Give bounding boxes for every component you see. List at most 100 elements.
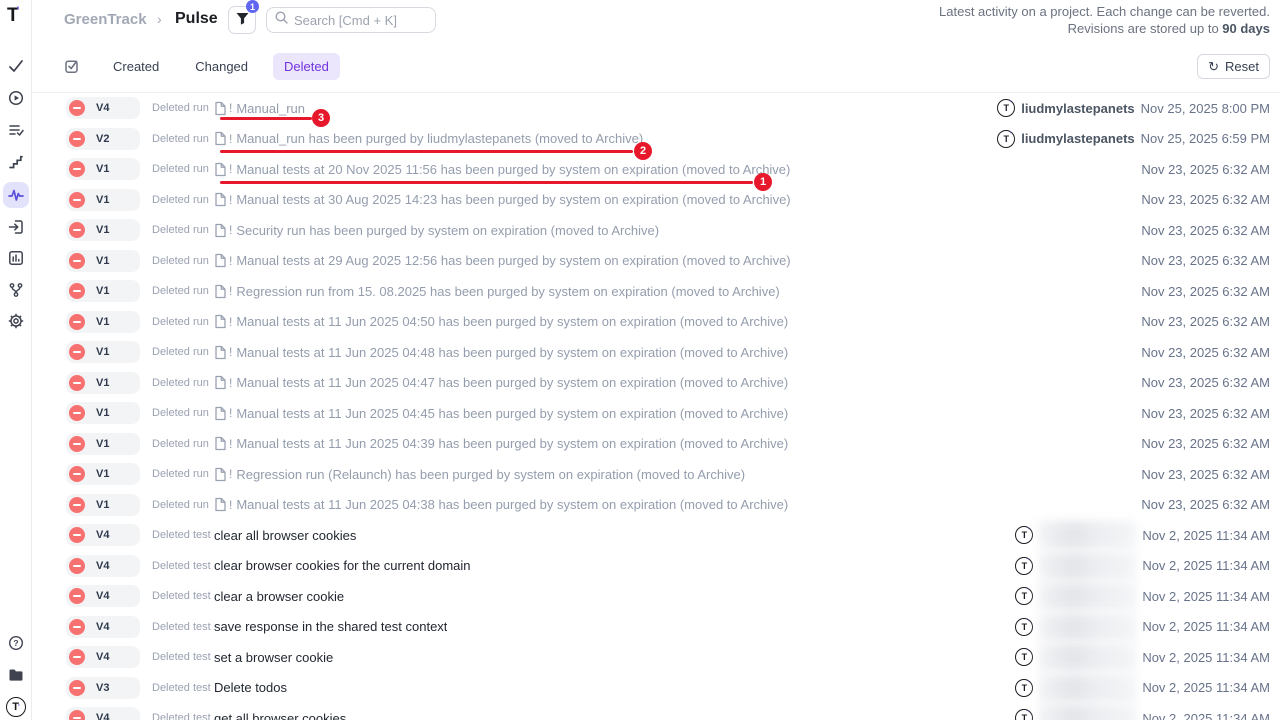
version-badge: V2: [66, 128, 140, 150]
document-icon: [214, 284, 227, 299]
pulse-icon[interactable]: [8, 187, 24, 203]
table-row[interactable]: V1Deleted run!Manual tests at 30 Aug 202…: [32, 185, 1280, 216]
breadcrumb-project[interactable]: GreenTrack: [64, 11, 147, 28]
refresh-icon: ↻: [1208, 59, 1219, 75]
warning-mark: !: [229, 315, 232, 329]
minus-icon: [69, 161, 85, 177]
minus-bar: [73, 229, 81, 231]
row-text: clear browser cookies for the current do…: [214, 558, 471, 573]
folder-icon[interactable]: [8, 667, 24, 683]
minus-icon: [69, 680, 85, 696]
blurred-username: [1039, 582, 1136, 610]
row-meta: Nov 23, 2025 6:32 AM: [1141, 375, 1280, 390]
row-meta: Nov 23, 2025 6:32 AM: [1141, 284, 1280, 299]
warning-mark: !: [229, 437, 232, 451]
minus-bar: [73, 260, 81, 262]
row-text: save response in the shared test context: [214, 619, 447, 634]
row-description: !Manual tests at 11 Jun 2025 04:45 has b…: [214, 406, 788, 421]
document-icon: [214, 253, 227, 268]
user-avatar: T': [997, 99, 1015, 117]
version-label: V1: [96, 285, 109, 297]
blurred-username: [1039, 674, 1136, 702]
bar-chart-icon[interactable]: [8, 250, 24, 266]
version-badge: V1: [66, 402, 140, 424]
deleted-items-list: V4Deleted run!Manual_runT'liudmylastepan…: [32, 92, 1280, 720]
pulse-page: T' ?: [0, 0, 1280, 720]
table-row[interactable]: V4Deleted testclear a browser cookieT'No…: [32, 581, 1280, 612]
logo-accent-small: ': [1010, 101, 1011, 107]
row-description: !Manual_run: [214, 101, 305, 116]
row-description: !Manual tests at 11 Jun 2025 04:50 has b…: [214, 314, 788, 329]
row-meta: Nov 23, 2025 6:32 AM: [1141, 314, 1280, 329]
version-badge: V1: [66, 158, 140, 180]
row-text: Manual tests at 30 Aug 2025 14:23 has be…: [236, 192, 790, 207]
version-label: V1: [96, 346, 109, 358]
help-icon[interactable]: ?: [8, 635, 24, 651]
table-row[interactable]: V1Deleted run!Manual tests at 11 Jun 202…: [32, 368, 1280, 399]
table-row[interactable]: V1Deleted run!Manual tests at 11 Jun 202…: [32, 307, 1280, 338]
row-type-label: Deleted run: [152, 346, 214, 358]
logo-accent-small: ': [1028, 681, 1029, 687]
table-row[interactable]: V1Deleted run!Manual tests at 29 Aug 202…: [32, 246, 1280, 277]
timestamp: Nov 23, 2025 6:32 AM: [1141, 314, 1270, 329]
table-row[interactable]: V4Deleted testget all browser cookiesT'N…: [32, 703, 1280, 720]
logo-accent-small: ': [1010, 132, 1011, 138]
minus-icon: [69, 527, 85, 543]
table-row[interactable]: V1Deleted run!Manual tests at 20 Nov 202…: [32, 154, 1280, 185]
tab-deleted[interactable]: Deleted: [273, 53, 340, 80]
logo-accent-small: ': [1028, 559, 1029, 565]
table-row[interactable]: V1Deleted run!Manual tests at 11 Jun 202…: [32, 490, 1280, 521]
svg-text:?: ?: [13, 638, 18, 648]
minus-bar: [73, 199, 81, 201]
table-row[interactable]: V4Deleted testclear browser cookies for …: [32, 551, 1280, 582]
version-label: V1: [96, 468, 109, 480]
play-circle-icon[interactable]: [8, 90, 24, 106]
table-row[interactable]: V1Deleted run!Regression run (Relaunch) …: [32, 459, 1280, 490]
table-row[interactable]: V1Deleted run!Manual tests at 11 Jun 202…: [32, 398, 1280, 429]
minus-bar: [73, 504, 81, 506]
table-row[interactable]: V4Deleted testset a browser cookieT'Nov …: [32, 642, 1280, 673]
table-row[interactable]: V1Deleted run!Manual tests at 11 Jun 202…: [32, 429, 1280, 460]
select-all-checkbox-icon[interactable]: [64, 58, 80, 74]
minus-bar: [73, 443, 81, 445]
minus-bar: [73, 717, 81, 719]
table-row[interactable]: V1Deleted run!Security run has been purg…: [32, 215, 1280, 246]
check-icon[interactable]: [8, 58, 24, 74]
minus-icon: [69, 497, 85, 513]
annotation-number-3: 3: [312, 109, 330, 127]
search-container: [266, 7, 436, 33]
steps-icon[interactable]: [8, 154, 24, 170]
tab-changed[interactable]: Changed: [184, 53, 259, 80]
table-row[interactable]: V2Deleted run!Manual_run has been purged…: [32, 124, 1280, 155]
blurred-username: [1039, 552, 1136, 580]
profile-logo[interactable]: T': [6, 697, 26, 717]
activity-tabs: Created Changed Deleted: [64, 52, 340, 80]
version-badge: V1: [66, 463, 140, 485]
timestamp: Nov 2, 2025 11:34 AM: [1142, 680, 1270, 695]
table-row[interactable]: V3Deleted testDelete todosT'Nov 2, 2025 …: [32, 673, 1280, 704]
version-badge: V4: [66, 585, 140, 607]
list-check-icon[interactable]: [8, 122, 24, 138]
table-row[interactable]: V1Deleted run!Manual tests at 11 Jun 202…: [32, 337, 1280, 368]
tab-created[interactable]: Created: [102, 53, 170, 80]
table-row[interactable]: V1Deleted run!Regression run from 15. 08…: [32, 276, 1280, 307]
search-input[interactable]: [294, 13, 427, 28]
minus-icon: [69, 588, 85, 604]
minus-icon: [69, 222, 85, 238]
timestamp: Nov 23, 2025 6:32 AM: [1141, 406, 1270, 421]
import-icon[interactable]: [8, 219, 24, 235]
warning-mark: !: [229, 498, 232, 512]
table-row[interactable]: V4Deleted testclear all browser cookiesT…: [32, 520, 1280, 551]
document-icon: [214, 131, 227, 146]
version-badge: V4: [66, 97, 140, 119]
branch-icon[interactable]: [8, 282, 24, 298]
table-row[interactable]: V4Deleted testsave response in the share…: [32, 612, 1280, 643]
app-logo[interactable]: T': [7, 4, 18, 27]
row-meta: T'Nov 2, 2025 11:34 AM: [1015, 582, 1280, 610]
minus-icon: [69, 344, 85, 360]
timestamp: Nov 23, 2025 6:32 AM: [1141, 223, 1270, 238]
gear-icon[interactable]: [8, 313, 24, 329]
row-type-label: Deleted run: [152, 194, 214, 206]
minus-icon: [69, 558, 85, 574]
reset-button[interactable]: ↻ Reset: [1197, 54, 1270, 79]
